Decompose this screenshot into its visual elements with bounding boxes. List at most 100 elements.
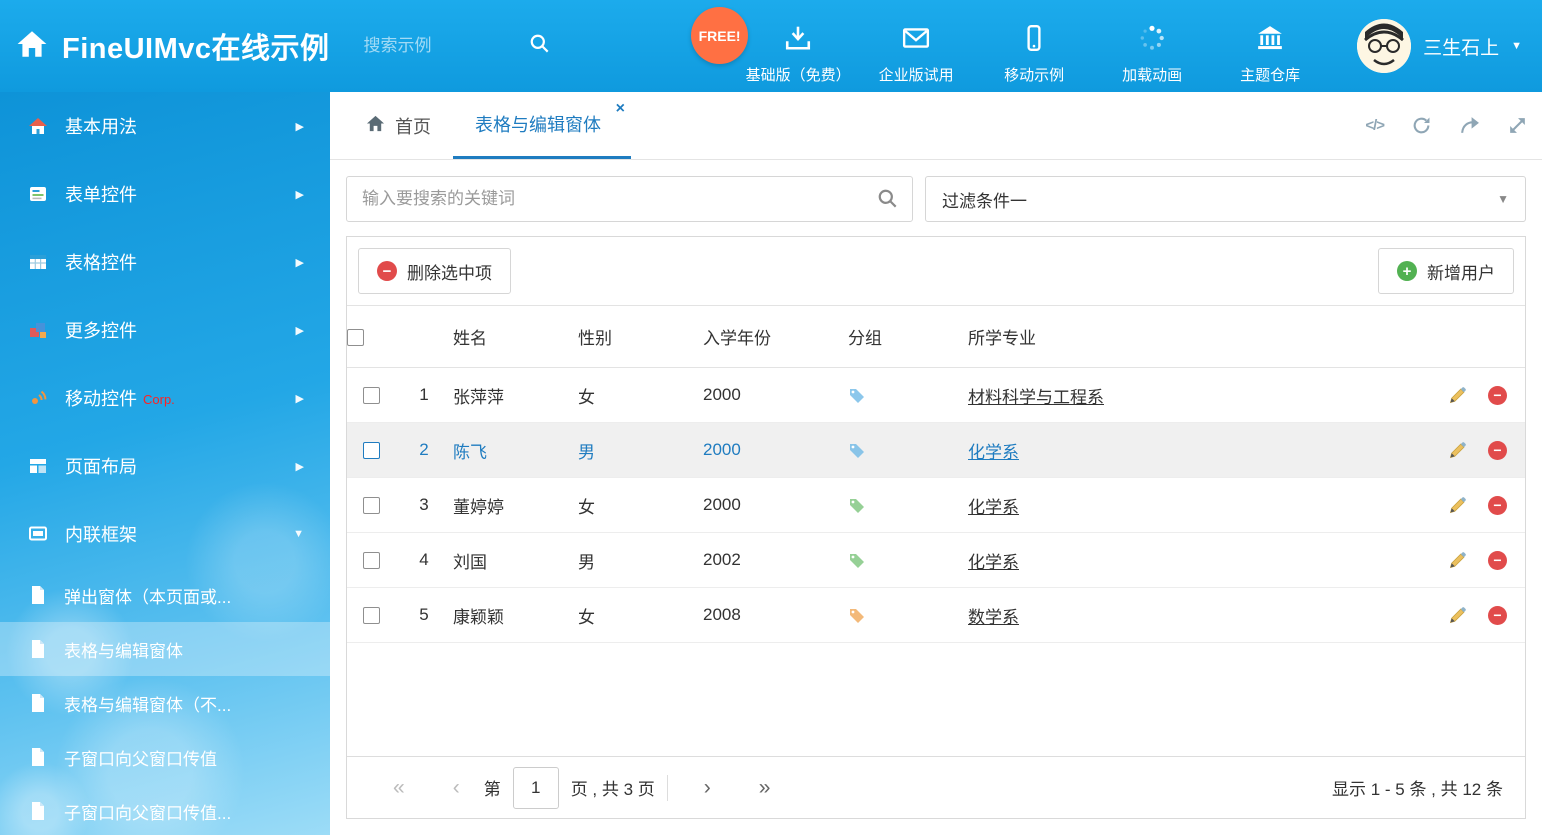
user-menu[interactable]: 三生石上 ▼ [1357, 19, 1522, 73]
expand-icon[interactable] [1507, 115, 1528, 136]
major-link[interactable]: 数学系 [968, 608, 1019, 627]
nav-label: 加载动画 [1122, 64, 1182, 85]
avatar [1357, 19, 1411, 73]
chevron-right-icon: ▶ [296, 324, 304, 337]
form-icon [28, 184, 48, 204]
chevron-right-icon: ▶ [296, 120, 304, 133]
edit-icon[interactable] [1448, 550, 1468, 570]
keyword-search [346, 176, 913, 222]
cell-name: 张萍萍 [453, 368, 578, 423]
sidebar-item-label: 内联框架 [65, 521, 293, 547]
delete-selected-button[interactable]: − 删除选中项 [358, 248, 511, 294]
nav-label: 基础版（免费） [746, 64, 851, 85]
edit-icon[interactable] [1448, 440, 1468, 460]
row-number: 5 [395, 588, 453, 643]
user-name: 三生石上 [1423, 33, 1499, 60]
sidebar-item-basic-usage[interactable]: 基本用法 ▶ [0, 92, 330, 160]
column-header-index [395, 306, 453, 368]
nav-item-enterprise-trial[interactable]: 企业版试用 [857, 7, 975, 85]
next-page-button[interactable]: › [680, 777, 735, 798]
sidebar-subitem-grid-edit-window[interactable]: 表格与编辑窗体 [0, 622, 330, 676]
sidebar-item-label: 表单控件 [65, 181, 296, 207]
data-table: 姓名 性别 入学年份 分组 所学专业 1 [347, 305, 1525, 643]
delete-icon[interactable]: − [1488, 606, 1507, 625]
sidebar-item-form-controls[interactable]: 表单控件 ▶ [0, 160, 330, 228]
row-checkbox[interactable] [363, 607, 380, 624]
cell-year: 2000 [703, 423, 848, 478]
home-icon [366, 114, 385, 138]
row-checkbox[interactable] [363, 497, 380, 514]
home-icon [28, 116, 48, 136]
table-row[interactable]: 1 张萍萍 女 2000 材料科学与工程系 − [347, 368, 1525, 423]
delete-icon[interactable]: − [1488, 386, 1507, 405]
share-icon[interactable] [1459, 115, 1480, 136]
chevron-down-icon: ▼ [293, 528, 304, 540]
row-checkbox[interactable] [363, 552, 380, 569]
major-link[interactable]: 化学系 [968, 498, 1019, 517]
tag-icon [848, 387, 866, 405]
sidebar-item-mobile-controls[interactable]: 移动控件Corp. ▶ [0, 364, 330, 432]
sidebar-subitem-popup-window[interactable]: 弹出窗体（本页面或... [0, 568, 330, 622]
delete-icon[interactable]: − [1488, 441, 1507, 460]
tab-bar: 首页 表格与编辑窗体 × </> [330, 92, 1542, 160]
table-row[interactable]: 3 董婷婷 女 2000 化学系 − [347, 478, 1525, 533]
edit-icon[interactable] [1448, 385, 1468, 405]
major-link[interactable]: 化学系 [968, 443, 1019, 462]
sidebar-item-page-layout[interactable]: 页面布局 ▶ [0, 432, 330, 500]
major-link[interactable]: 化学系 [968, 553, 1019, 572]
row-checkbox[interactable] [363, 387, 380, 404]
column-header-year: 入学年份 [703, 306, 848, 368]
refresh-icon[interactable] [1411, 115, 1432, 136]
tag-icon [848, 442, 866, 460]
code-icon[interactable]: </> [1365, 117, 1384, 134]
major-link[interactable]: 材料科学与工程系 [968, 388, 1104, 407]
tab-label: 表格与编辑窗体 [475, 111, 601, 137]
cell-gender: 男 [578, 533, 703, 588]
cell-gender: 男 [578, 423, 703, 478]
sidebar-item-inline-frame[interactable]: 内联框架 ▼ [0, 500, 330, 568]
sidebar-subitem-child-to-parent[interactable]: 子窗口向父窗口传值 [0, 730, 330, 784]
cell-gender: 女 [578, 368, 703, 423]
filter-dropdown-value: 过滤条件一 [942, 187, 1027, 212]
select-all-checkbox[interactable] [347, 329, 364, 346]
page-content: 过滤条件一 ▼ − 删除选中项 + 新增用户 [330, 160, 1542, 835]
first-page-button[interactable]: « [369, 777, 429, 798]
tag-icon [848, 497, 866, 515]
close-icon[interactable]: × [616, 101, 625, 117]
last-page-button[interactable]: » [735, 777, 795, 798]
nav-item-loading-animations[interactable]: 加载动画 [1093, 7, 1211, 85]
delete-icon[interactable]: − [1488, 551, 1507, 570]
nav-item-basic-free[interactable]: FREE! 基础版（免费） [739, 7, 857, 85]
sidebar-subitem-grid-edit-window-2[interactable]: 表格与编辑窗体（不... [0, 676, 330, 730]
keyword-search-input[interactable] [346, 176, 913, 222]
table-row[interactable]: 2 陈飞 男 2000 化学系 − [347, 423, 1525, 478]
sidebar-item-grid-controls[interactable]: 表格控件 ▶ [0, 228, 330, 296]
sidebar-item-more-controls[interactable]: 更多控件 ▶ [0, 296, 330, 364]
delete-icon[interactable]: − [1488, 496, 1507, 515]
sidebar-subitem-child-to-parent-2[interactable]: 子窗口向父窗口传值... [0, 784, 330, 835]
nav-item-mobile-demo[interactable]: 移动示例 [975, 7, 1093, 85]
signal-icon [28, 388, 48, 408]
sidebar-item-label: 基本用法 [65, 113, 296, 139]
search-icon[interactable] [529, 33, 551, 60]
edit-icon[interactable] [1448, 605, 1468, 625]
prev-page-button[interactable]: ‹ [429, 777, 484, 798]
row-checkbox[interactable] [363, 442, 380, 459]
page-number-input[interactable] [513, 767, 559, 809]
sidebar-item-label: 更多控件 [65, 317, 296, 343]
sidebar: 基本用法 ▶ 表单控件 ▶ 表格控件 ▶ 更多 [0, 92, 330, 835]
nav-item-theme-repo[interactable]: 主题仓库 [1211, 7, 1329, 85]
tab-home[interactable]: 首页 [344, 92, 453, 159]
search-icon[interactable] [877, 188, 899, 215]
table-row[interactable]: 5 康颖颖 女 2008 数学系 − [347, 588, 1525, 643]
table-row[interactable]: 4 刘国 男 2002 化学系 − [347, 533, 1525, 588]
filter-dropdown[interactable]: 过滤条件一 ▼ [925, 176, 1526, 222]
add-user-button[interactable]: + 新增用户 [1378, 248, 1514, 294]
tab-grid-edit-window[interactable]: 表格与编辑窗体 × [453, 92, 631, 159]
column-header-gender: 性别 [578, 306, 703, 368]
header-search-input[interactable] [364, 36, 529, 56]
edit-icon[interactable] [1448, 495, 1468, 515]
column-header-major: 所学专业 [968, 306, 1395, 368]
sidebar-subitem-label: 表格与编辑窗体（不... [64, 691, 231, 716]
column-header-actions [1395, 306, 1525, 368]
